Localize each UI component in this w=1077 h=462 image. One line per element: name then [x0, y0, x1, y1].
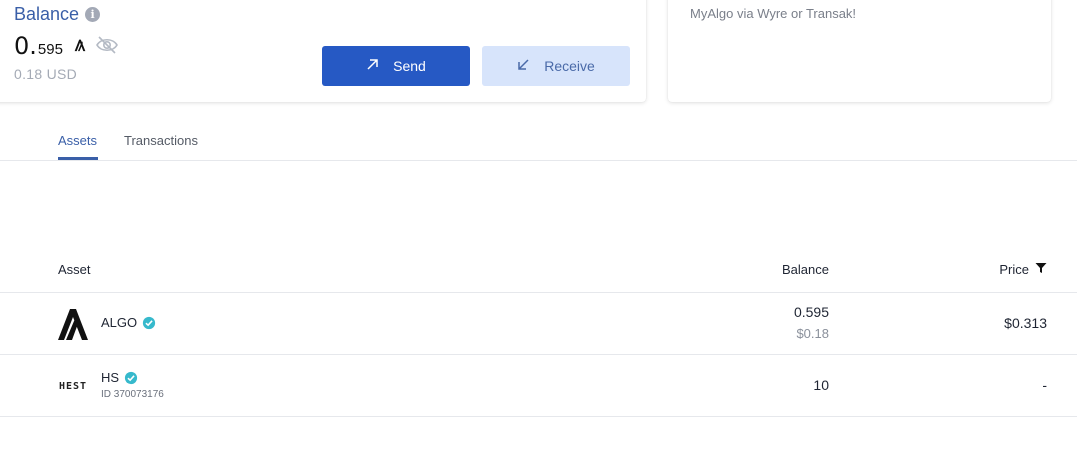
- balance-title: Balance: [14, 4, 80, 24]
- asset-balance: 0.595: [793, 304, 829, 320]
- asset-price: -: [1042, 377, 1047, 393]
- column-header-asset[interactable]: Asset: [58, 262, 91, 277]
- verified-badge-icon: [143, 316, 156, 329]
- tab-transactions[interactable]: Transactions: [124, 133, 198, 148]
- receive-button[interactable]: Receive: [482, 46, 630, 86]
- table-header: Asset Balance Price: [0, 250, 1077, 293]
- asset-balance-usd: $0.18: [796, 326, 829, 341]
- hide-balance-icon[interactable]: [95, 35, 119, 60]
- receive-label: Receive: [544, 58, 595, 74]
- asset-name: HS: [101, 370, 138, 385]
- balance-usd: 0.18 USD: [14, 66, 78, 82]
- algorand-logo-icon: [56, 307, 90, 341]
- tab-bar: Assets Transactions: [0, 124, 1077, 161]
- table-row[interactable]: HEST HS ID 370073176 10 -: [0, 355, 1077, 417]
- algo-currency-icon: [73, 38, 87, 57]
- balance-card: Balance i 0. 595 0.18 USD Send Receive: [0, 0, 646, 102]
- asset-name-text: ALGO: [101, 315, 138, 330]
- asset-name-text: HS: [101, 370, 120, 385]
- asset-balance: 10: [813, 377, 829, 393]
- send-button[interactable]: Send: [322, 46, 470, 86]
- buy-info-text: MyAlgo via Wyre or Transak!: [690, 6, 857, 21]
- amount-integer: 0.: [14, 32, 37, 60]
- assets-table: Asset Balance Price ALGO 0.595 $0.18 $0.…: [0, 250, 1077, 417]
- hest-logo-icon: HEST: [58, 380, 88, 392]
- tab-assets[interactable]: Assets: [58, 133, 97, 148]
- arrow-up-right-icon: [366, 58, 379, 74]
- balance-amount: 0. 595: [14, 32, 119, 60]
- column-header-balance[interactable]: Balance: [782, 262, 829, 277]
- asset-name: ALGO: [101, 315, 156, 330]
- verified-badge-icon: [124, 371, 138, 384]
- column-header-price[interactable]: Price: [999, 262, 1047, 277]
- balance-heading: Balance i: [14, 4, 101, 25]
- buy-info-card: MyAlgo via Wyre or Transak!: [668, 0, 1051, 102]
- arrow-down-left-icon: [517, 58, 530, 74]
- price-header-label: Price: [999, 262, 1029, 277]
- active-tab-indicator: [58, 157, 98, 160]
- table-row[interactable]: ALGO 0.595 $0.18 $0.313: [0, 293, 1077, 355]
- filter-icon[interactable]: [1035, 262, 1047, 277]
- asset-price: $0.313: [1004, 315, 1047, 331]
- amount-decimal: 595: [37, 40, 63, 58]
- send-label: Send: [393, 58, 426, 74]
- asset-id: ID 370073176: [101, 389, 164, 400]
- info-icon[interactable]: i: [85, 7, 101, 22]
